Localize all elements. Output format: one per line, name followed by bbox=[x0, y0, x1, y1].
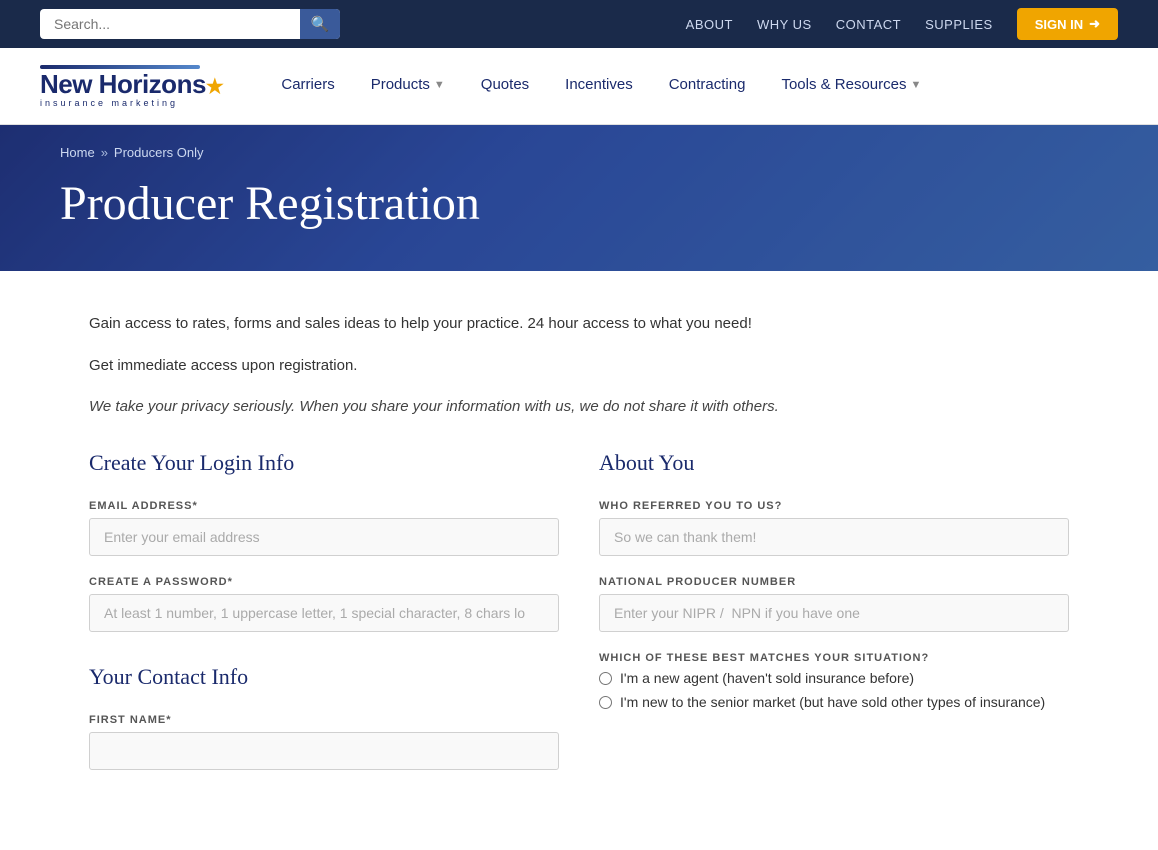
email-field-group: EMAIL ADDRESS* bbox=[89, 500, 559, 556]
npn-label: NATIONAL PRODUCER NUMBER bbox=[599, 576, 1069, 588]
nav-about[interactable]: ABOUT bbox=[686, 17, 733, 32]
main-nav: Carriers Products ▼ Quotes Incentives Co… bbox=[263, 48, 1118, 124]
intro-line2: Get immediate access upon registration. bbox=[89, 353, 1069, 379]
nav-whyus[interactable]: WHY US bbox=[757, 17, 812, 32]
logo: New Horizons★ insurance marketing bbox=[40, 65, 223, 108]
form-grid: Create Your Login Info EMAIL ADDRESS* CR… bbox=[89, 450, 1069, 790]
intro-line1: Gain access to rates, forms and sales id… bbox=[89, 311, 1069, 337]
nav-products[interactable]: Products ▼ bbox=[353, 48, 463, 124]
page-title: Producer Registration bbox=[60, 176, 1098, 231]
first-name-field-group: FIRST NAME* bbox=[89, 714, 559, 770]
situation-option-2[interactable]: I'm new to the senior market (but have s… bbox=[599, 694, 1069, 710]
search-icon: 🔍 bbox=[311, 16, 330, 33]
login-section: Create Your Login Info EMAIL ADDRESS* CR… bbox=[89, 450, 559, 632]
right-column: About You WHO REFERRED YOU TO US? NATION… bbox=[599, 450, 1069, 790]
situation-option-1[interactable]: I'm a new agent (haven't sold insurance … bbox=[599, 670, 1069, 686]
situation-field-group: WHICH OF THESE BEST MATCHES YOUR SITUATI… bbox=[599, 652, 1069, 710]
nav-contact[interactable]: CONTACT bbox=[836, 17, 901, 32]
breadcrumb-current: Producers Only bbox=[114, 145, 204, 160]
situation-label: WHICH OF THESE BEST MATCHES YOUR SITUATI… bbox=[599, 652, 1069, 664]
contact-section-heading: Your Contact Info bbox=[89, 664, 559, 690]
situation-radio-2[interactable] bbox=[599, 696, 612, 709]
password-input[interactable] bbox=[89, 594, 559, 632]
nav-tools-resources[interactable]: Tools & Resources ▼ bbox=[763, 48, 939, 124]
chevron-down-icon: ▼ bbox=[434, 79, 445, 91]
npn-field-group: NATIONAL PRODUCER NUMBER bbox=[599, 576, 1069, 632]
breadcrumb: Home » Producers Only bbox=[60, 145, 1098, 160]
top-nav: ABOUT WHY US CONTACT SUPPLIES SIGN IN ➜ bbox=[686, 8, 1118, 40]
sign-in-icon: ➜ bbox=[1089, 16, 1100, 32]
first-name-label: FIRST NAME* bbox=[89, 714, 559, 726]
referral-field-group: WHO REFERRED YOU TO US? bbox=[599, 500, 1069, 556]
chevron-down-icon-2: ▼ bbox=[911, 79, 922, 91]
nav-bar: New Horizons★ insurance marketing Carrie… bbox=[0, 48, 1158, 125]
first-name-input[interactable] bbox=[89, 732, 559, 770]
intro-text: Gain access to rates, forms and sales id… bbox=[89, 311, 1069, 420]
about-section-heading: About You bbox=[599, 450, 1069, 476]
npn-input[interactable] bbox=[599, 594, 1069, 632]
top-bar: 🔍 ABOUT WHY US CONTACT SUPPLIES SIGN IN … bbox=[0, 0, 1158, 48]
search-button[interactable]: 🔍 bbox=[300, 9, 340, 39]
referral-input[interactable] bbox=[599, 518, 1069, 556]
email-label: EMAIL ADDRESS* bbox=[89, 500, 559, 512]
password-field-group: CREATE A PASSWORD* bbox=[89, 576, 559, 632]
logo-tagline: insurance marketing bbox=[40, 99, 223, 108]
contact-section: Your Contact Info FIRST NAME* bbox=[89, 664, 559, 770]
content-area: Gain access to rates, forms and sales id… bbox=[29, 271, 1129, 850]
nav-carriers[interactable]: Carriers bbox=[263, 48, 352, 124]
search-input[interactable] bbox=[40, 9, 340, 39]
intro-privacy: We take your privacy seriously. When you… bbox=[89, 394, 1069, 420]
nav-supplies[interactable]: SUPPLIES bbox=[925, 17, 993, 32]
login-section-heading: Create Your Login Info bbox=[89, 450, 559, 476]
search-wrap: 🔍 bbox=[40, 9, 340, 39]
sign-in-button[interactable]: SIGN IN ➜ bbox=[1017, 8, 1118, 40]
breadcrumb-sep: » bbox=[101, 145, 108, 160]
logo-brand: New Horizons★ bbox=[40, 71, 223, 97]
referral-label: WHO REFERRED YOU TO US? bbox=[599, 500, 1069, 512]
nav-contracting[interactable]: Contracting bbox=[651, 48, 764, 124]
nav-quotes[interactable]: Quotes bbox=[463, 48, 547, 124]
situation-radio-1[interactable] bbox=[599, 672, 612, 685]
hero-area: Home » Producers Only Producer Registrat… bbox=[0, 125, 1158, 271]
logo-area: New Horizons★ insurance marketing bbox=[40, 53, 223, 120]
nav-incentives[interactable]: Incentives bbox=[547, 48, 651, 124]
about-section: About You WHO REFERRED YOU TO US? NATION… bbox=[599, 450, 1069, 710]
breadcrumb-home[interactable]: Home bbox=[60, 145, 95, 160]
situation-radio-group: I'm a new agent (haven't sold insurance … bbox=[599, 670, 1069, 710]
left-column: Create Your Login Info EMAIL ADDRESS* CR… bbox=[89, 450, 559, 790]
email-input[interactable] bbox=[89, 518, 559, 556]
password-label: CREATE A PASSWORD* bbox=[89, 576, 559, 588]
